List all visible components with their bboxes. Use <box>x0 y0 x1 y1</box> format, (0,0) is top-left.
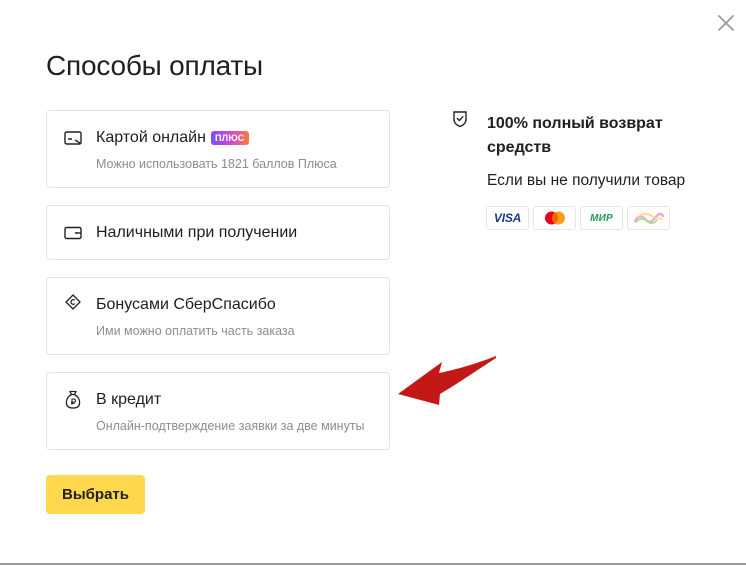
visa-logo: VISA <box>486 206 529 230</box>
dialog-title: Способы оплаты <box>46 50 263 81</box>
annotation-arrow-icon <box>395 352 499 408</box>
payment-option-sberspasibo[interactable]: Бонусами СберСпасибо Ими можно оплатить … <box>46 277 390 355</box>
payment-option-label: Картой онлайн ПЛЮС <box>96 129 249 147</box>
payment-option-label: В кредит <box>96 391 162 408</box>
refund-guarantee-sub: Если вы не получили товар <box>487 172 686 189</box>
visa-logo-text: VISA <box>493 211 522 225</box>
installment-card-logo <box>627 206 670 230</box>
payment-option-label: Бонусами СберСпасибо <box>96 296 276 313</box>
payment-option-sub: Ими можно оплатить часть заказа <box>96 324 295 338</box>
plus-badge: ПЛЮС <box>210 131 249 145</box>
card-online-label: Картой онлайн <box>96 129 206 146</box>
refund-guarantee-title: 100% полный возврат средств <box>487 115 663 156</box>
wallet-icon <box>63 223 83 243</box>
payment-option-label: Наличными при получении <box>96 224 298 241</box>
sberspasibo-icon <box>63 292 83 312</box>
payment-option-sub: Онлайн-подтверждение заявки за две минут… <box>96 419 365 433</box>
mir-logo: МИР <box>580 206 623 230</box>
payment-option-sub: Можно использовать 1821 баллов Плюса <box>96 157 337 171</box>
mastercard-logo <box>533 206 576 230</box>
payment-option-card-online[interactable]: Картой онлайн ПЛЮС Можно использовать 18… <box>46 110 390 188</box>
bottom-divider <box>0 563 746 565</box>
payment-option-cash[interactable]: Наличными при получении <box>46 205 390 260</box>
payment-option-credit[interactable]: В кредит Онлайн-подтверждение заявки за … <box>46 372 390 450</box>
shield-icon <box>452 110 468 128</box>
select-button[interactable]: Выбрать <box>46 475 145 514</box>
money-bag-icon <box>63 389 83 409</box>
close-icon[interactable] <box>715 12 737 34</box>
mir-logo-text: МИР <box>590 212 613 224</box>
payment-systems: VISA МИР <box>486 206 670 230</box>
card-icon <box>63 128 83 148</box>
